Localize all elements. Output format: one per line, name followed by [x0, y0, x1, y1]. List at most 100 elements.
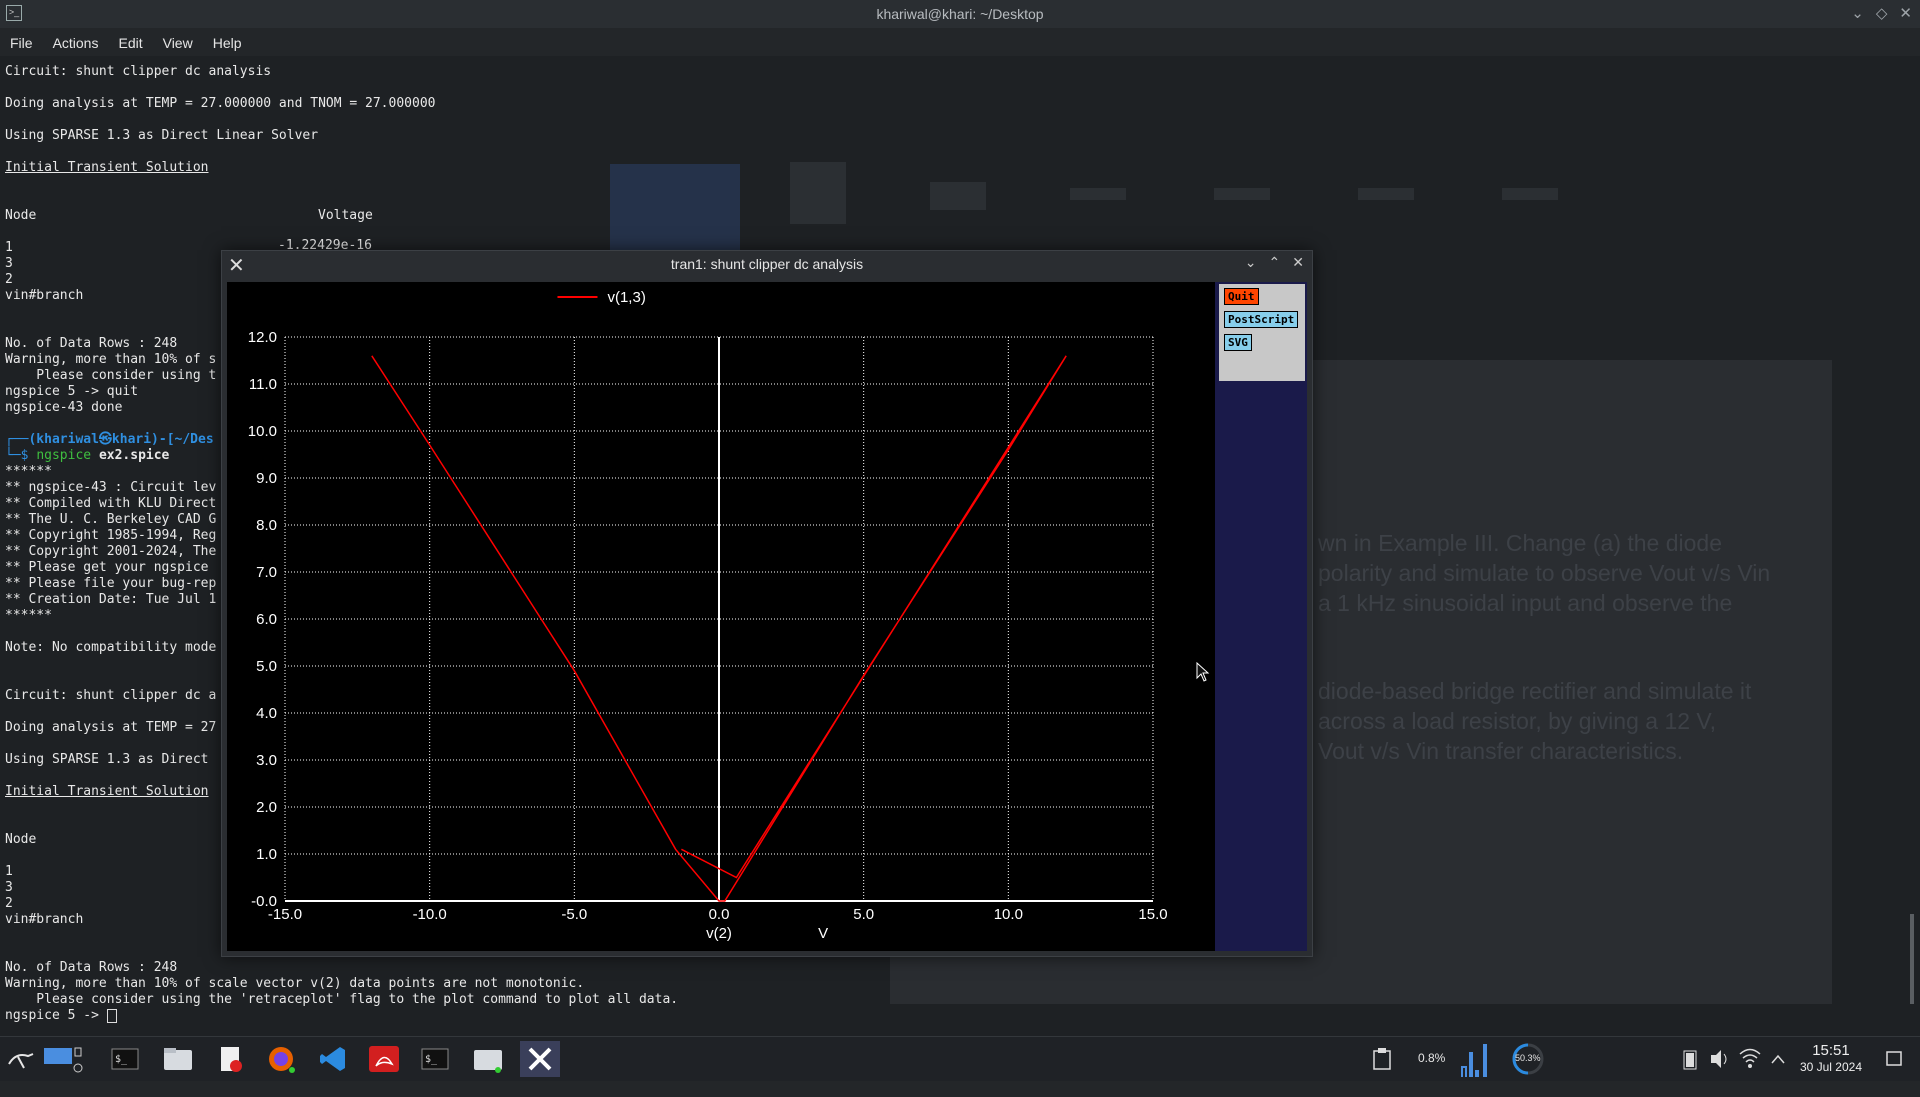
terminal-line: No. of Data Rows : 248	[5, 336, 178, 351]
xgraph-window-icon[interactable]	[520, 1041, 560, 1077]
svg-text:$_: $_	[425, 1054, 438, 1065]
terminal-line: ngspice 5 -> quit	[5, 384, 139, 399]
menubar: File Actions Edit View Help	[0, 30, 252, 56]
pdf-reader-icon[interactable]	[368, 1044, 399, 1074]
y-tick-label: 5.0	[256, 658, 277, 675]
y-tick-label: 10.0	[248, 423, 277, 440]
y-tick-label: -0.0	[251, 893, 277, 910]
terminal-line: ** Creation Date: Tue Jul 1	[5, 592, 217, 607]
terminal-line: ******	[5, 608, 52, 623]
x-tick-label: 5.0	[853, 906, 874, 923]
maximize-button[interactable]: ◇	[1876, 4, 1888, 22]
prompt-text: ngspice 5 ->	[5, 1008, 107, 1023]
command-line: └─$ ngspice ex2.spice	[5, 448, 170, 463]
terminal-icon[interactable]: $_	[420, 1044, 450, 1074]
y-tick-label: 12.0	[248, 329, 277, 346]
terminal-line: Initial Transient Solution	[5, 784, 209, 799]
terminal-line: Doing analysis at TEMP = 27.000000 and T…	[5, 96, 436, 111]
show-desktop-icon[interactable]	[1884, 1037, 1904, 1081]
plot-svg: -15.0 -10.0 -5.0 0.0 5.0 10.0 15.0-0.01.02.03.…	[248, 289, 1168, 942]
firefox-icon[interactable]	[266, 1044, 296, 1074]
window-titlebar: >_ khariwal@khari: ~/Desktop ⌄ ◇ ✕	[0, 0, 1920, 28]
cpu-graph-icon[interactable]	[1460, 1037, 1500, 1081]
menu-view[interactable]: View	[153, 30, 203, 56]
terminal-line: 3	[5, 256, 13, 271]
x-tick-label: 10.0	[994, 906, 1023, 923]
workspace-switcher-icon[interactable]	[42, 1044, 83, 1074]
y-tick-label: 2.0	[256, 799, 277, 816]
menu-actions[interactable]: Actions	[43, 30, 109, 56]
clock[interactable]: 15:51 30 Jul 2024	[1800, 1042, 1862, 1074]
terminal-icon[interactable]: $_	[110, 1044, 140, 1074]
terminal-line: ** Copyright 2001-2024, The	[5, 544, 217, 559]
terminal-line: Initial Transient Solution	[5, 160, 209, 175]
legend-label: v(1,3)	[607, 289, 645, 306]
command-arg: ex2.spice	[98, 448, 170, 463]
terminal-line: 2	[5, 272, 13, 287]
cpu-usage[interactable]: 0.8%	[1418, 1051, 1445, 1095]
y-tick-label: 8.0	[256, 517, 277, 534]
terminal-line: ngspice-43 done	[5, 400, 123, 415]
doc-line: across a load resistor, by giving a 12 V…	[1318, 708, 1717, 734]
scrollbar[interactable]	[1910, 914, 1914, 1004]
wifi-icon[interactable]	[1738, 1037, 1762, 1081]
plot-window: ✕ tran1: shunt clipper dc analysis ⌄ ⌃ ✕…	[221, 250, 1313, 957]
svg-button[interactable]: SVG	[1224, 334, 1252, 351]
terminal-line: 1	[5, 864, 13, 879]
file-manager-icon[interactable]	[472, 1044, 502, 1074]
command-name: ngspice	[36, 448, 92, 463]
close-button[interactable]: ✕	[1899, 4, 1912, 22]
terminal-line: ** Compiled with KLU Direct	[5, 496, 217, 511]
y-tick-label: 9.0	[256, 470, 277, 487]
y-tick-label: 3.0	[256, 752, 277, 769]
volume-icon[interactable]	[1708, 1037, 1730, 1081]
terminal-line: Using SPARSE 1.3 as Direct Linear Solver	[5, 128, 319, 143]
chevron-down-icon[interactable]: ⌄	[1245, 254, 1257, 271]
terminal-line: Warning, more than 10% of s	[5, 352, 217, 367]
terminal-line: 2	[5, 896, 13, 911]
menu-file[interactable]: File	[0, 30, 43, 56]
menu-help[interactable]: Help	[203, 30, 252, 56]
chevron-up-icon[interactable]	[1770, 1037, 1786, 1081]
close-icon[interactable]: ✕	[1292, 254, 1304, 271]
y-tick-label: 4.0	[256, 705, 277, 722]
y-tick-label: 1.0	[256, 846, 277, 863]
terminal-line: No. of Data Rows : 248	[5, 960, 178, 975]
plot-area[interactable]: -15.0 -10.0 -5.0 0.0 5.0 10.0 15.0 -0.0 1.0 2.0 3.…	[227, 282, 1215, 951]
y-tick-label: 11.0	[249, 376, 277, 393]
terminal-line: Doing analysis at TEMP = 27	[5, 720, 217, 735]
doc-line: Vout v/s Vin transfer characteristics.	[1318, 738, 1684, 764]
x-axis-unit: V	[818, 925, 828, 942]
terminal-line: vin#branch	[5, 288, 84, 303]
plot-titlebar[interactable]: ✕ tran1: shunt clipper dc analysis ⌄ ⌃ ✕	[222, 251, 1312, 277]
file-manager-icon[interactable]	[162, 1044, 192, 1074]
terminal-line: Circuit: shunt clipper dc analysis	[5, 64, 272, 79]
clipboard-icon[interactable]	[1370, 1037, 1394, 1081]
terminal-line: ******	[5, 464, 52, 479]
terminal-line: 3	[5, 880, 13, 895]
x-tick-label: 0.0	[709, 906, 730, 923]
postscript-button[interactable]: PostScript	[1224, 311, 1299, 328]
chevron-up-icon[interactable]: ⌃	[1269, 254, 1281, 271]
doc-line: diode-based bridge rectifier and simulat…	[1318, 678, 1752, 704]
vscode-icon[interactable]	[318, 1044, 348, 1074]
terminal-line: vin#branch	[5, 912, 84, 927]
minimize-button[interactable]: ⌄	[1851, 4, 1864, 22]
battery-icon[interactable]	[1680, 1037, 1700, 1081]
quit-button[interactable]: Quit	[1224, 288, 1259, 305]
taskbar: $_ $_ 0.8% 50.3% 15:51 30 Jul 2024	[0, 1036, 1920, 1081]
text-editor-icon[interactable]	[216, 1044, 246, 1074]
x-axis-label: v(2)	[706, 925, 732, 942]
y-tick-label: 7.0	[256, 564, 277, 581]
clock-date: 30 Jul 2024	[1799, 1060, 1862, 1074]
doc-line: a 1 kHz sinusoidal input and observe the	[1318, 590, 1733, 616]
prompt-line[interactable]: ngspice 5 ->	[5, 1008, 117, 1023]
terminal-line: Node	[5, 832, 37, 847]
terminal-line: ** Copyright 1985-1994, Reg	[5, 528, 217, 543]
kali-menu-icon[interactable]	[6, 1044, 36, 1074]
window-title: khariwal@khari: ~/Desktop	[876, 6, 1044, 22]
terminal-line: Warning, more than 10% of scale vector v…	[5, 976, 585, 991]
terminal-line: Note: No compatibility mode	[5, 640, 217, 655]
menu-edit[interactable]: Edit	[108, 30, 152, 56]
memory-usage: 50.3%	[1515, 1053, 1541, 1063]
